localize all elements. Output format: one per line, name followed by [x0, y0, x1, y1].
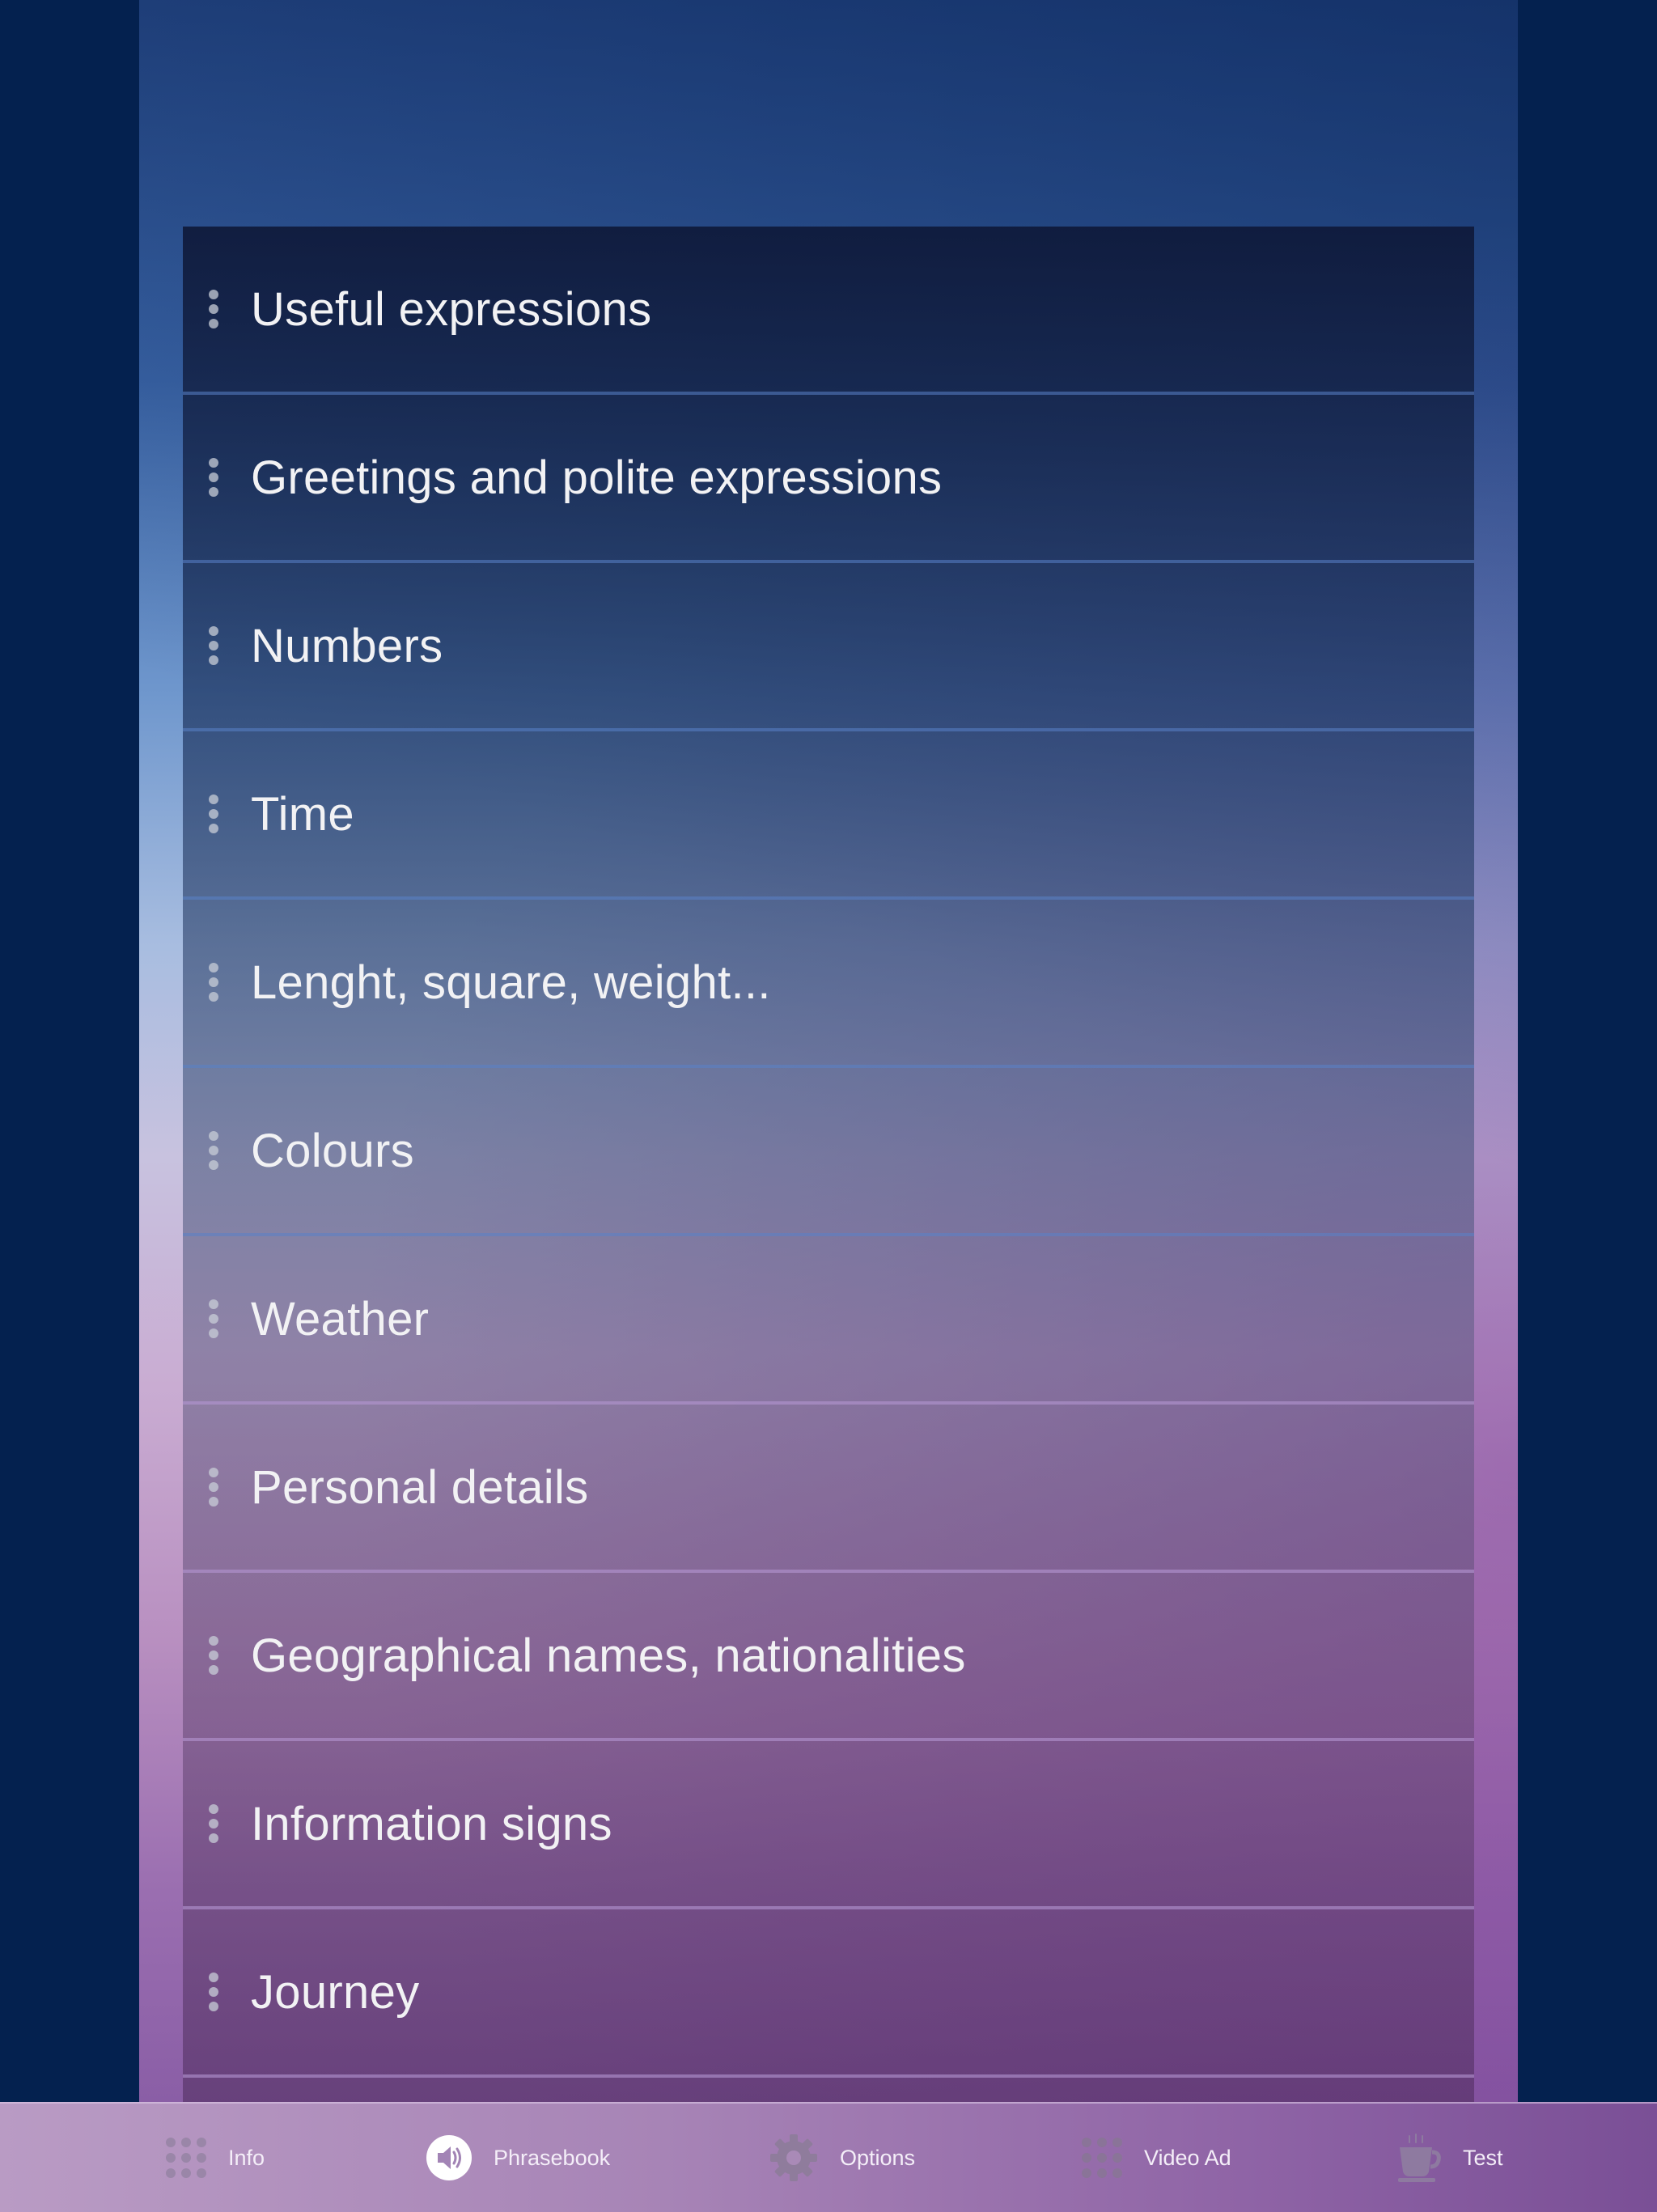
tab-label: Phrasebook: [494, 2145, 611, 2170]
list-item-label: Useful expressions: [251, 282, 652, 336]
list-item[interactable]: Greetings and polite expressions: [183, 395, 1474, 563]
drag-handle-icon[interactable]: [209, 1468, 220, 1506]
list-item-label: Weather: [251, 1292, 430, 1345]
list-item-partial[interactable]: [183, 2078, 1474, 2102]
list-item-label: Numbers: [251, 619, 443, 672]
list-item[interactable]: Lenght, square, weight...: [183, 900, 1474, 1068]
list-item[interactable]: Personal details: [183, 1405, 1474, 1573]
tab-label: Options: [840, 2145, 916, 2170]
main-background: Useful expressions Greetings and polite …: [139, 0, 1518, 2104]
tab-phrasebook[interactable]: Phrasebook: [426, 2104, 610, 2212]
gear-icon: [770, 2134, 817, 2181]
tab-options[interactable]: Options: [769, 2104, 915, 2212]
list-item[interactable]: Weather: [183, 1236, 1474, 1405]
list-item[interactable]: Colours: [183, 1068, 1474, 1236]
drag-handle-icon[interactable]: [209, 626, 220, 665]
drag-handle-icon[interactable]: [209, 1131, 220, 1170]
tab-label: Info: [228, 2145, 265, 2170]
drag-handle-icon[interactable]: [209, 1804, 220, 1843]
list-item-label: Time: [251, 787, 354, 841]
speaker-icon: [426, 2135, 472, 2180]
list-item[interactable]: Time: [183, 731, 1474, 900]
drag-handle-icon[interactable]: [209, 1299, 220, 1338]
list-item[interactable]: Numbers: [183, 563, 1474, 731]
list-item[interactable]: Journey: [183, 1909, 1474, 2078]
tab-test[interactable]: Test: [1396, 2104, 1503, 2212]
bottom-tab-bar: Info Phrasebook Options Video Ad Test: [0, 2102, 1657, 2212]
drag-handle-icon[interactable]: [209, 795, 220, 833]
list-item-label: Personal details: [251, 1460, 589, 1514]
list-item-label: Information signs: [251, 1797, 612, 1850]
list-item-label: Journey: [251, 1965, 420, 2019]
drag-handle-icon[interactable]: [209, 1973, 220, 2011]
phrasebook-category-list[interactable]: Useful expressions Greetings and polite …: [183, 227, 1474, 2102]
tab-info[interactable]: Info: [165, 2104, 265, 2212]
drag-handle-icon[interactable]: [209, 1636, 220, 1675]
drag-handle-icon[interactable]: [209, 290, 220, 328]
tab-label: Video Ad: [1144, 2145, 1231, 2170]
list-item[interactable]: Information signs: [183, 1741, 1474, 1909]
tab-label: Test: [1463, 2145, 1503, 2170]
grid-icon: [166, 2138, 206, 2178]
grid-icon: [1082, 2138, 1122, 2178]
list-item-label: Greetings and polite expressions: [251, 451, 943, 504]
coffee-cup-icon: [1398, 2134, 1441, 2182]
list-item-label: Lenght, square, weight...: [251, 956, 771, 1009]
list-item-label: Colours: [251, 1124, 414, 1177]
list-item[interactable]: Geographical names, nationalities: [183, 1573, 1474, 1741]
drag-handle-icon[interactable]: [209, 458, 220, 497]
list-item[interactable]: Useful expressions: [183, 227, 1474, 395]
list-item-label: Geographical names, nationalities: [251, 1629, 966, 1682]
tab-video-ad[interactable]: Video Ad: [1081, 2104, 1231, 2212]
drag-handle-icon[interactable]: [209, 963, 220, 1002]
